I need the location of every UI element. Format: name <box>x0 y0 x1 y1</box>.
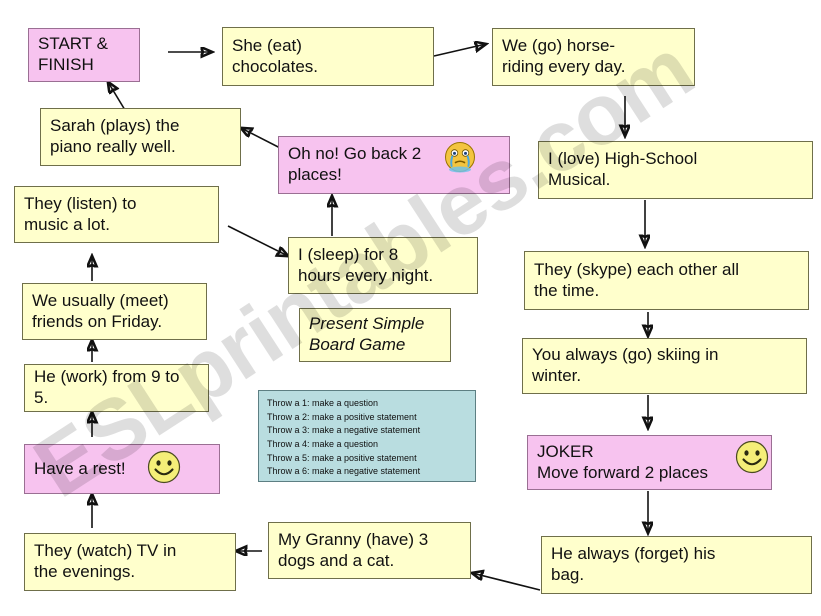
cell-have-a-rest[interactable]: Have a rest! <box>24 444 220 494</box>
cell-they-listen-to-music[interactable]: They (listen) to music a lot. <box>14 186 219 243</box>
cell-start-finish[interactable]: START & FINISH <box>28 28 140 82</box>
cell-text: He (work) from 9 to 5. <box>34 367 180 407</box>
rules-list: Throw a 1: make a question Throw a 2: ma… <box>267 397 420 479</box>
cell-sarah-plays-piano[interactable]: Sarah (plays) the piano really well. <box>40 108 241 166</box>
cell-text: Sarah (plays) the piano really well. <box>50 116 180 156</box>
rule-item: Throw a 1: make a question <box>267 398 379 408</box>
rules-box: Throw a 1: make a question Throw a 2: ma… <box>258 390 476 482</box>
cell-text: Have a rest! <box>34 458 126 478</box>
cell-text: They (skype) each other all the time. <box>534 259 740 300</box>
arrow-forget-to-granny <box>472 573 541 591</box>
cell-he-always-forget-bag[interactable]: He always (forget) his bag. <box>541 536 812 594</box>
smiley-icon <box>735 440 769 474</box>
board-game-worksheet: ESLprintables.com START &FINISH She (eat… <box>0 0 821 616</box>
cell-text: They (watch) TV in the evenings. <box>34 541 177 581</box>
cell-text: We (go) horse-riding every day. <box>502 36 626 76</box>
cell-text: They (listen) to music a lot. <box>24 193 137 234</box>
rule-item: Throw a 2: make a positive statement <box>267 411 417 422</box>
cell-text: I (love) High-School Musical. <box>548 149 698 189</box>
cell-text: She (eat) chocolates. <box>232 35 318 76</box>
cell-text: He always (forget) his bag. <box>551 544 716 584</box>
cell-text: JOKER Move forward 2 places <box>537 441 709 482</box>
rule-item: Throw a 3: make a negative statement <box>267 425 421 436</box>
crying-icon <box>443 140 477 174</box>
cell-we-usually-meet-friends[interactable]: We usually (meet) friends on Friday. <box>22 283 207 340</box>
page-title: Present Simple Board Game <box>299 308 451 362</box>
cell-we-go-horse-riding[interactable]: We (go) horse-riding every day. <box>492 28 695 86</box>
cell-they-watch-tv[interactable]: They (watch) TV in the evenings. <box>24 533 236 591</box>
smiley-icon <box>147 450 181 484</box>
cell-text: My Granny (have) 3 dogs and a cat. <box>278 529 429 570</box>
arrow-eat-to-horse <box>433 44 486 57</box>
cell-you-always-go-skiing[interactable]: You always (go) skiing in winter. <box>522 338 807 394</box>
cell-text: I (sleep) for 8 hours every night. <box>298 244 434 285</box>
cell-she-eat-chocolates[interactable]: She (eat) chocolates. <box>222 27 434 86</box>
rule-item: Throw a 6: make a negative statement <box>267 466 421 477</box>
cell-i-sleep-for-8-hours[interactable]: I (sleep) for 8 hours every night. <box>288 237 478 294</box>
cell-my-granny-have[interactable]: My Granny (have) 3 dogs and a cat. <box>268 522 471 579</box>
cell-text: You always (go) skiing in winter. <box>532 345 719 385</box>
cell-text: We usually (meet) friends on Friday. <box>32 290 169 331</box>
cell-i-love-high-school-musical[interactable]: I (love) High-School Musical. <box>538 141 813 199</box>
page-title-text: Present Simple Board Game <box>309 314 425 354</box>
rule-item: Throw a 5: make a positive statement <box>267 452 417 463</box>
cell-they-skype[interactable]: They (skype) each other all the time. <box>524 251 809 310</box>
cell-he-work-from-9-to-5[interactable]: He (work) from 9 to 5. <box>24 364 209 412</box>
cell-text: START & FINISH <box>38 34 108 74</box>
arrow-listen-to-sleep <box>227 225 288 256</box>
rule-item: Throw a 4: make a question <box>267 439 379 450</box>
